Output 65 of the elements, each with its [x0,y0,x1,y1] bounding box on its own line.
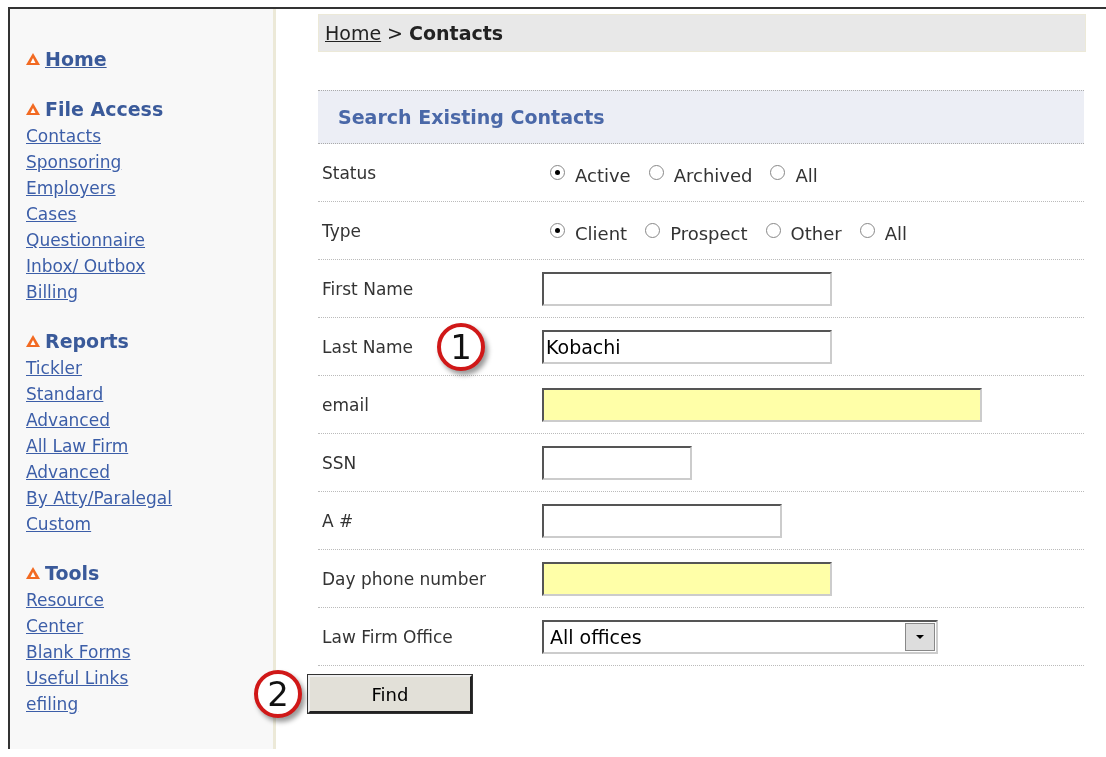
breadcrumb-current: Contacts [409,22,504,44]
sidebar-link[interactable]: Advanced [26,407,110,433]
sidebar-link[interactable]: By Atty/Paralegal [26,485,172,511]
sidebar-link[interactable]: Resource [26,587,104,613]
field-label: A # [322,510,354,531]
radio-label: All [884,223,907,244]
breadcrumb-link[interactable]: Home [325,22,382,44]
radio-label: Prospect [670,223,748,244]
section-title: Search Existing Contacts [338,106,605,128]
sidebar-link[interactable]: Center [26,613,84,639]
radio-button[interactable] [859,223,875,238]
dropdown-arrow-icon [916,634,924,639]
input-field[interactable] [542,271,832,306]
breadcrumb-separator: > [387,22,404,44]
sidebar-heading-link[interactable]: Reports [45,330,129,352]
warning-triangle-icon [26,567,40,579]
input-field[interactable]: Kobachi [542,329,832,364]
sidebar-link[interactable]: Tickler [26,355,82,381]
sidebar-link[interactable]: Billing [26,279,79,305]
radio-label: All [795,165,818,186]
field-label: First Name [322,278,414,299]
warning-triangle-icon [26,103,40,115]
field-label: Type [322,220,362,241]
input-field[interactable] [542,561,832,596]
sidebar-link[interactable]: Advanced [26,459,110,485]
radio-button[interactable] [550,223,565,238]
radio-button[interactable] [765,223,781,238]
radio-button[interactable] [648,165,664,180]
radio-label: Client [575,223,628,244]
input-field[interactable] [542,445,692,480]
sidebar-heading-link[interactable]: Home [45,48,107,70]
sidebar-link[interactable]: Questionnaire [26,227,146,253]
radio-button[interactable] [645,223,661,238]
find-button[interactable]: Find [308,675,472,713]
sidebar-link[interactable]: Employers [26,175,116,201]
sidebar-link[interactable]: Standard [26,381,104,407]
sidebar-link[interactable]: Cases [26,201,77,227]
sidebar-link[interactable]: Inbox/ Outbox [26,253,146,279]
callout-number: 2 [254,670,302,718]
warning-triangle-icon [26,335,40,347]
radio-label: Archived [673,165,753,186]
sidebar-link[interactable]: efiling [26,691,79,717]
field-label: email [322,394,369,415]
dropdown[interactable]: All offices [542,619,938,654]
field-label: SSN [322,452,357,473]
field-label: Day phone number [322,568,486,589]
sidebar-link[interactable]: Sponsoring [26,149,122,175]
sidebar-link[interactable]: Useful Links [26,665,129,691]
radio-label: Active [575,165,631,186]
sidebar-heading-link[interactable]: Tools [45,562,100,584]
field-label: Status [322,162,377,183]
input-field[interactable] [542,503,782,538]
sidebar-heading-link[interactable]: File Access [45,98,164,120]
sidebar-link[interactable]: Blank Forms [26,639,131,665]
radio-label: Other [790,223,842,244]
sidebar-link[interactable]: All Law Firm [26,433,129,459]
sidebar-link[interactable]: Contacts [26,123,101,149]
callout-number: 1 [436,322,485,371]
radio-button[interactable] [770,165,786,180]
radio-button[interactable] [550,165,565,180]
field-label: Law Firm Office [322,626,453,647]
field-label: Last Name [322,336,413,357]
warning-triangle-icon [26,53,40,65]
sidebar-link[interactable]: Custom [26,511,92,537]
input-field[interactable] [542,387,982,422]
